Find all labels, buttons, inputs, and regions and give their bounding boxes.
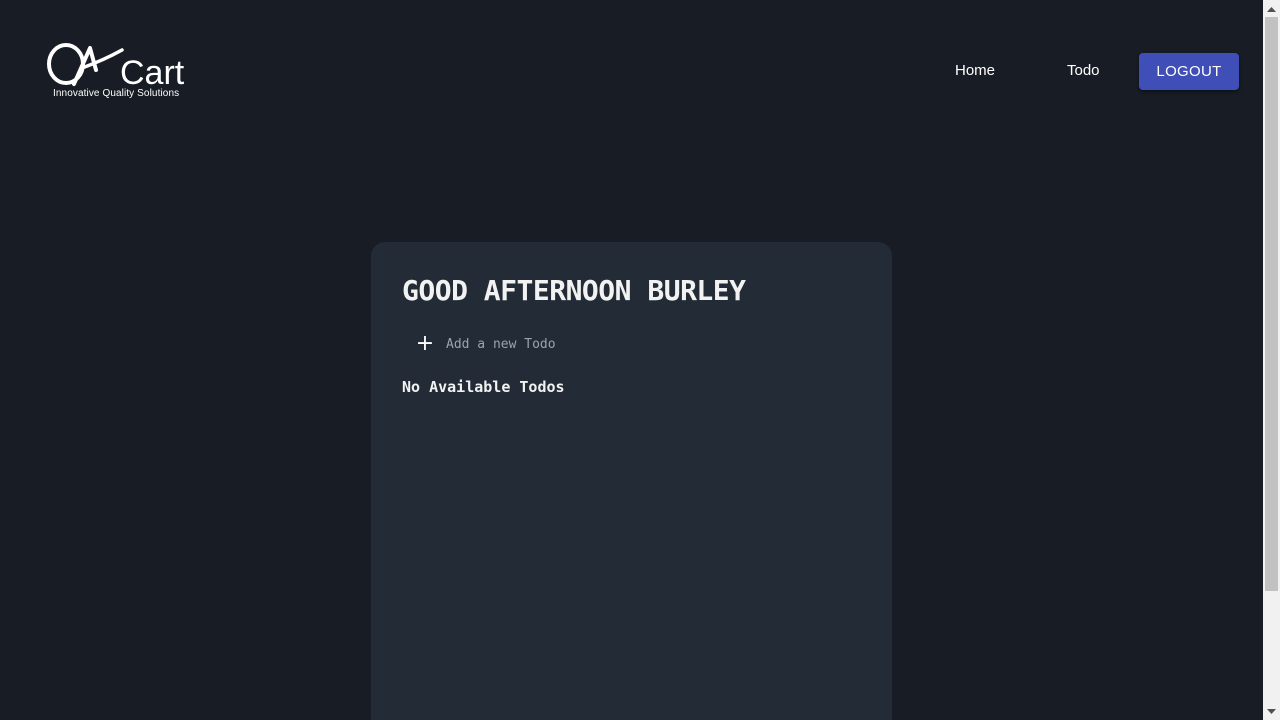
- greeting-title: GOOD AFTERNOON BURLEY: [402, 274, 746, 307]
- logo-mark-icon: Cart: [47, 43, 185, 90]
- svg-text:Cart: Cart: [120, 54, 185, 90]
- scroll-down-arrow-icon[interactable]: [1263, 703, 1280, 720]
- scrollbar-thumb[interactable]: [1265, 17, 1278, 591]
- qacart-logo[interactable]: Cart Innovative Quality Solutions: [46, 40, 196, 102]
- empty-todos-message: No Available Todos: [402, 378, 565, 396]
- page-scrollbar[interactable]: [1263, 0, 1280, 720]
- logo-tagline: Innovative Quality Solutions: [53, 88, 180, 99]
- nav-home-link[interactable]: Home: [955, 62, 995, 79]
- page: Cart Innovative Quality Solutions Home T…: [0, 0, 1280, 720]
- add-todo-row: +: [402, 330, 862, 358]
- todo-card: GOOD AFTERNOON BURLEY + No Available Tod…: [371, 242, 892, 720]
- scroll-up-arrow-icon[interactable]: [1263, 0, 1280, 17]
- new-todo-input[interactable]: [446, 331, 826, 357]
- logout-button[interactable]: LOGOUT: [1139, 53, 1239, 90]
- plus-icon: +: [415, 331, 435, 356]
- add-todo-button[interactable]: +: [410, 330, 440, 358]
- nav-todo-link[interactable]: Todo: [1067, 62, 1100, 79]
